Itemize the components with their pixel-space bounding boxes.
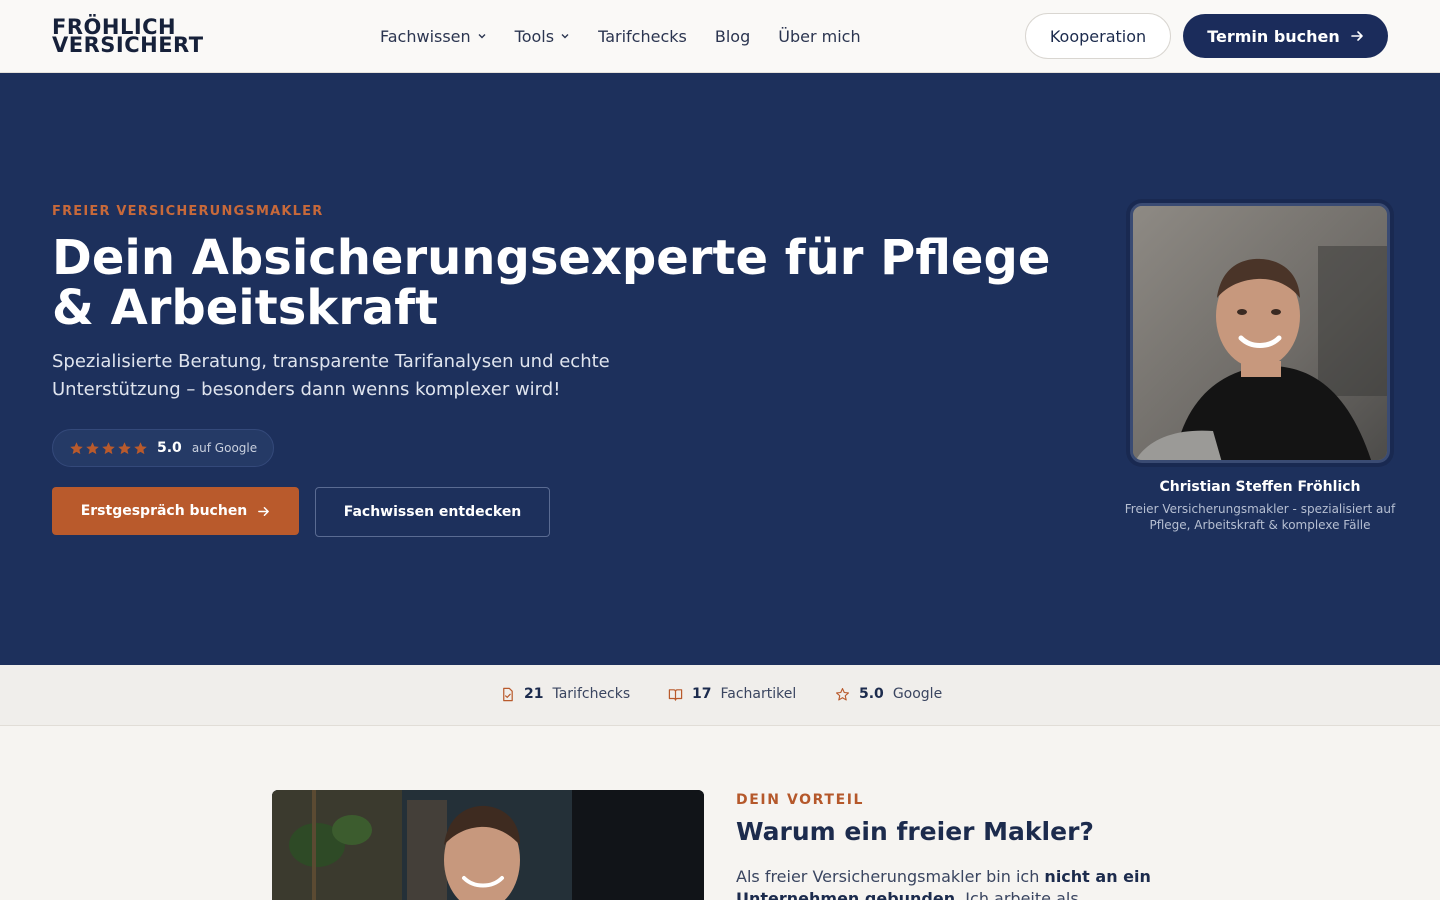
nav-item-label: Fachwissen <box>380 26 471 46</box>
nav-item-label: Tarifchecks <box>598 26 687 46</box>
chevron-down-icon <box>478 34 486 39</box>
chevron-down-icon <box>561 34 569 39</box>
person-name: Christian Steffen Fröhlich <box>1159 479 1361 495</box>
rating-stars <box>69 441 148 456</box>
arrow-right-icon <box>258 506 270 516</box>
person-role: Freier Versicherungsmakler - spezialisie… <box>1124 502 1396 532</box>
star-icon <box>102 441 115 454</box>
nav-item-label: Blog <box>714 26 751 46</box>
section-text-end: . Ich arbeite als <box>955 889 1079 900</box>
fachwissen-entdecken-button[interactable]: Fachwissen entdecken <box>315 487 550 537</box>
stat-tarifchecks[interactable]: 21 Tarifchecks <box>500 686 630 702</box>
hero-section: FREIER VERSICHERUNGSMAKLER Dein Absicher… <box>0 73 1440 665</box>
main-nav: Fachwissen Tools Tarifchecks Blog Über m… <box>380 25 889 47</box>
stats-bar: 21 Tarifchecks 17 Fachartikel 5.0 Google <box>0 665 1440 726</box>
stat-number: 17 <box>692 686 712 702</box>
stat-fachartikel[interactable]: 17 Fachartikel <box>668 686 796 702</box>
termin-buchen-button[interactable]: Termin buchen <box>1183 14 1388 58</box>
google-rating-badge[interactable]: 5.0 auf Google <box>52 429 274 467</box>
erstgespraech-button-label: Erstgespräch buchen <box>80 503 248 519</box>
star-icon <box>70 441 83 454</box>
rating-value: 5.0 <box>157 440 182 456</box>
star-outline-icon <box>836 687 849 700</box>
nav-item-tarifchecks[interactable]: Tarifchecks <box>598 25 687 47</box>
erstgespraech-buchen-button[interactable]: Erstgespräch buchen <box>52 487 299 535</box>
hero-eyebrow: FREIER VERSICHERUNGSMAKLER <box>52 204 324 219</box>
stat-number: 5.0 <box>859 686 884 702</box>
arrow-right-icon <box>1350 31 1363 41</box>
star-icon <box>86 441 99 454</box>
kooperation-button-label: Kooperation <box>1049 26 1147 46</box>
section-eyebrow: DEIN VORTEIL <box>736 792 865 808</box>
nav-item-tools[interactable]: Tools <box>515 25 570 47</box>
office-photo-image <box>272 790 704 900</box>
stat-label: Tarifchecks <box>552 686 631 702</box>
section-text-start: Als freier Versicherungsmakler bin ich <box>736 867 1045 886</box>
nav-item-label: Über mich <box>778 26 861 46</box>
nav-item-label: Tools <box>514 26 555 46</box>
star-icon <box>118 441 131 454</box>
nav-item-fachwissen[interactable]: Fachwissen <box>380 25 487 47</box>
termin-buchen-button-label: Termin buchen <box>1207 26 1340 46</box>
stat-number: 21 <box>524 686 544 702</box>
section-text: Als freier Versicherungsmakler bin ich n… <box>736 866 1176 900</box>
rating-source: auf Google <box>191 441 258 455</box>
nav-item-blog[interactable]: Blog <box>715 25 750 47</box>
hero-subtitle: Spezialisierte Beratung, transparente Ta… <box>52 351 610 400</box>
hero-title: Dein Absicherungsexperte für Pflege & Ar… <box>52 230 1051 336</box>
kooperation-button[interactable]: Kooperation <box>1025 13 1171 59</box>
section-title: Warum ein freier Makler? <box>736 817 1094 846</box>
stat-google[interactable]: 5.0 Google <box>835 686 942 702</box>
fachwissen-button-label: Fachwissen entdecken <box>343 504 522 520</box>
section-photo <box>272 790 704 900</box>
site-logo[interactable]: FRÖHLICH VERSICHERT <box>52 17 222 57</box>
open-book-icon <box>668 688 683 701</box>
portrait-photo <box>1130 203 1390 463</box>
star-icon <box>134 441 147 454</box>
site-header: FRÖHLICH VERSICHERT Fachwissen Tools Tar… <box>0 0 1440 73</box>
stat-label: Google <box>892 686 943 702</box>
nav-item-ueber-mich[interactable]: Über mich <box>778 25 860 47</box>
logo-line-2: VERSICHERT <box>52 33 204 57</box>
portrait-image <box>1133 206 1387 460</box>
document-check-icon <box>503 687 513 701</box>
stat-label: Fachartikel <box>720 686 797 702</box>
